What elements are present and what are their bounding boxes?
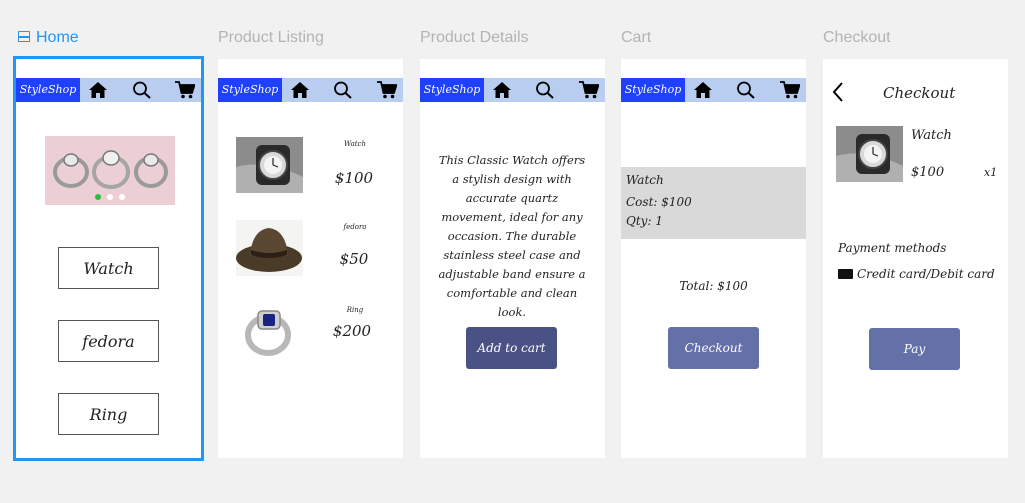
ring-thumbnail[interactable] [236,303,303,359]
checkout-frame: Checkout Watch $100 x1 Payment methods C… [823,59,1008,458]
navbar: StyleShop [420,78,605,102]
cart-item: Watch Cost: $100 Qty: 1 [621,167,806,239]
watch-thumbnail [836,126,903,182]
payment-option-card[interactable]: Credit card/Debit card [838,267,995,281]
home-icon[interactable] [88,81,108,99]
fedora-button[interactable]: fedora [58,320,159,362]
checkout-item-qty: x1 [984,166,998,179]
frame-title-checkout[interactable]: Checkout [823,29,891,47]
carousel-dot-2[interactable] [107,194,113,200]
product-name: fedora [343,223,367,231]
home-icon[interactable] [290,81,310,99]
navbar: StyleShop [218,78,403,102]
product-price: $50 [339,250,369,268]
carousel-dot-3[interactable] [119,194,125,200]
home-frame[interactable]: StyleShop Watch fedora Ring [13,56,204,461]
payment-option-label: Credit card/Debit card [857,267,995,281]
frame-title-home[interactable]: Home [18,29,79,47]
fedora-thumbnail[interactable] [236,220,303,276]
frame-title-cart[interactable]: Cart [621,29,651,47]
frame-title-label: Home [36,29,79,46]
watch-thumbnail[interactable] [236,137,303,193]
search-icon[interactable] [535,81,555,99]
pay-button[interactable]: Pay [869,328,960,370]
product-name: Watch [343,140,366,148]
cart-icon[interactable] [377,81,397,99]
checkout-title: Checkout [883,84,956,102]
frame-icon [18,31,30,42]
product-name: Ring [346,306,364,314]
back-arrow-icon[interactable] [831,81,845,103]
checkout-item-price: $100 [911,165,945,180]
cart-item-cost: Cost: $100 [626,195,692,209]
frame-title-product-listing[interactable]: Product Listing [218,29,324,47]
carousel-dot-1[interactable] [95,194,101,200]
brand-logo[interactable]: StyleShop [621,78,685,102]
product-details-frame: StyleShop This Classic Watch offers a st… [420,59,605,458]
cart-icon[interactable] [780,81,800,99]
navbar: StyleShop [621,78,806,102]
cart-icon[interactable] [175,81,195,99]
home-icon[interactable] [492,81,512,99]
ring-button[interactable]: Ring [58,393,159,435]
cart-total: Total: $100 [679,279,748,293]
brand-logo[interactable]: StyleShop [218,78,282,102]
cart-item-name: Watch [626,173,664,187]
brand-logo[interactable]: StyleShop [420,78,484,102]
ring-carousel[interactable] [45,136,175,205]
add-to-cart-button[interactable]: Add to cart [466,327,557,369]
product-description: This Classic Watch offers a stylish desi… [438,153,586,319]
watch-button[interactable]: Watch [58,247,159,289]
brand-logo[interactable]: StyleShop [16,78,80,102]
payment-methods-heading: Payment methods [838,241,947,255]
cart-icon[interactable] [579,81,599,99]
navbar: StyleShop [16,78,201,102]
checkout-item-name: Watch [911,128,952,143]
checkout-button[interactable]: Checkout [668,327,759,369]
search-icon[interactable] [333,81,353,99]
search-icon[interactable] [132,81,152,99]
home-icon[interactable] [693,81,713,99]
credit-card-icon [838,268,853,279]
search-icon[interactable] [736,81,756,99]
frame-title-product-details[interactable]: Product Details [420,29,529,47]
cart-frame: StyleShop Watch Cost: $100 Qty: 1 Total:… [621,59,806,458]
product-price: $200 [332,322,372,340]
product-listing-frame: StyleShop Watch $100 fedora $50 Ring $20… [218,59,403,458]
cart-item-qty: Qty: 1 [626,214,663,228]
product-price: $100 [334,169,374,187]
